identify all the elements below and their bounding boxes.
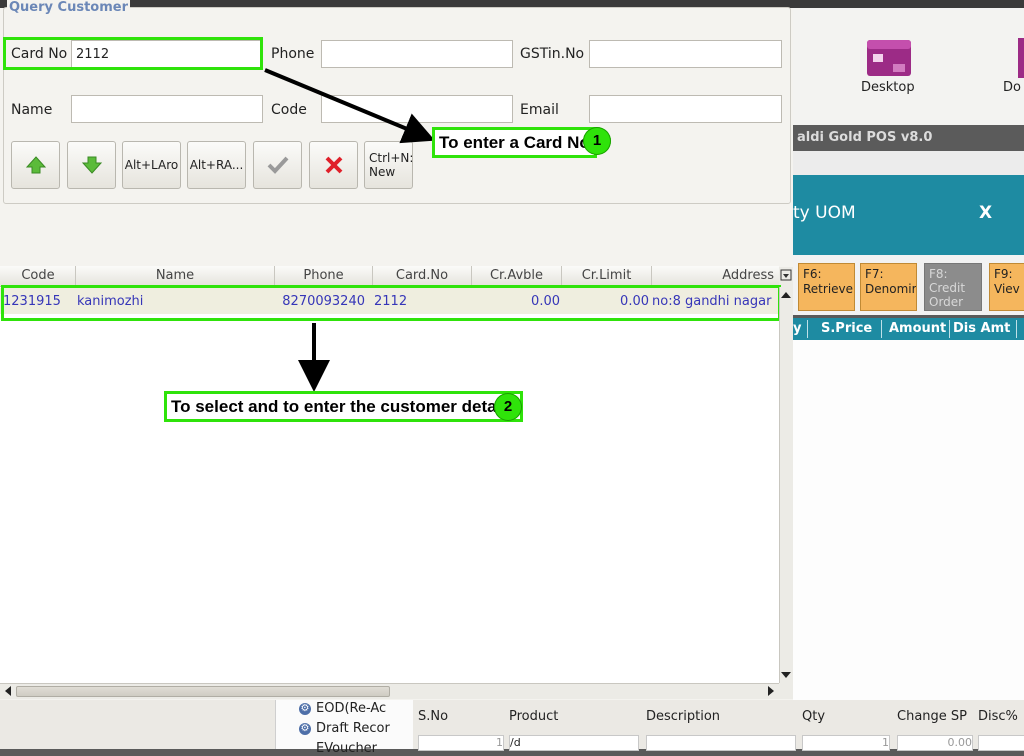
alt-left-arrow-button[interactable]: Alt+LAro (122, 141, 181, 189)
arrow-down-icon (81, 156, 102, 174)
phone-input[interactable] (321, 40, 513, 68)
pos-col-sep (1016, 320, 1017, 338)
close-icon (325, 156, 342, 174)
pos-col-disamt: Dis Amt (953, 321, 1011, 336)
scroll-up-icon[interactable] (780, 289, 793, 301)
vertical-scrollbar[interactable] (779, 287, 793, 683)
pos-header: ty UOM X (793, 175, 1024, 255)
email-input[interactable] (589, 95, 782, 123)
name-label: Name (11, 102, 53, 118)
ok-button[interactable] (253, 141, 302, 189)
code-label: Code (271, 102, 307, 118)
card-no-highlight (3, 37, 263, 70)
col-disc: Disc% (978, 709, 1018, 724)
pos-function-keys: F6: Retrieve F7: Denomir F8: Credit Order F9… (793, 255, 1024, 315)
grid-corner-button[interactable] (779, 267, 793, 287)
pos-col-sep (881, 320, 882, 338)
callout-enter-card-no: To enter a Card No (432, 127, 597, 158)
col-sno: S.No (418, 709, 449, 724)
scroll-right-icon[interactable] (765, 684, 777, 698)
cancel-button[interactable] (309, 141, 358, 189)
customer-grid-body (0, 287, 779, 683)
f7-denomination-button[interactable]: F7: Denomir (860, 263, 917, 311)
step-badge-2: 2 (494, 393, 522, 421)
col-change-sp: Change SP (897, 709, 967, 724)
f8-credit-order-button[interactable]: F8: Credit Order (924, 263, 982, 311)
callout-select-customer: To select and to enter the customer deta… (164, 391, 523, 422)
code-input[interactable] (321, 95, 513, 123)
menu-tree: ⚙ EOD(Re-Ac ⚙ Draft Recor EVoucher (275, 700, 413, 756)
phone-label: Phone (271, 46, 315, 62)
scroll-left-icon[interactable] (2, 684, 14, 698)
pos-close-button[interactable]: X (979, 203, 992, 223)
desktop-folder-icon[interactable] (865, 38, 913, 78)
gstin-input[interactable] (589, 40, 782, 68)
pos-grid-body (793, 340, 1024, 702)
pos-col-qty: y (793, 321, 802, 336)
gstin-label: GSTin.No (520, 46, 585, 62)
arrow-up-icon (25, 156, 46, 174)
col-phone[interactable]: Phone (275, 268, 372, 283)
col-cr-limit[interactable]: Cr.Limit (562, 268, 651, 283)
alt-right-arrow-button[interactable]: Alt+RA... (187, 141, 246, 189)
pos-col-sep (807, 320, 808, 338)
col-cr-avble[interactable]: Cr.Avble (472, 268, 561, 283)
col-code[interactable]: Code (0, 268, 76, 283)
gear-icon: ⚙ (299, 723, 311, 735)
horizontal-scroll-thumb[interactable] (16, 686, 390, 697)
customer-grid-header: Code Name Phone Card.No Cr.Avble Cr.Limi… (0, 266, 779, 287)
step-badge-1: 1 (583, 127, 611, 155)
move-down-button[interactable] (67, 141, 116, 189)
column-menu-icon (780, 269, 792, 281)
pos-col-amount: Amount (889, 321, 947, 336)
email-label: Email (520, 102, 559, 118)
sales-grid-header: S.No Product Description Qty Change SP D… (412, 706, 1024, 730)
f6-retrieve-button[interactable]: F6: Retrieve (798, 263, 855, 311)
pos-window-title: aldi Gold POS v8.0 (793, 125, 1024, 151)
new-button-line2: New (369, 165, 396, 179)
col-qty: Qty (802, 709, 826, 724)
col-address[interactable]: Address (652, 268, 774, 283)
name-input[interactable] (71, 95, 263, 123)
checkmark-icon (267, 156, 288, 174)
desktop-icon-label[interactable]: Desktop (861, 80, 915, 95)
tree-item-eod[interactable]: EOD(Re-Ac (316, 701, 386, 716)
pos-grid-header: y S.Price Amount Dis Amt (793, 318, 1024, 340)
col-product: Product (509, 709, 559, 724)
gear-icon: ⚙ (299, 703, 311, 715)
f9-view-button[interactable]: F9: Viev (989, 263, 1024, 311)
pos-header-title: ty UOM (793, 203, 856, 223)
documents-icon-label[interactable]: Do (1003, 80, 1021, 95)
dialog-legend: Query Customer (7, 0, 130, 15)
pos-col-sep (949, 320, 950, 338)
documents-folder-icon[interactable] (1018, 38, 1024, 78)
pos-col-sprice: S.Price (821, 321, 873, 336)
scroll-down-icon[interactable] (780, 669, 793, 681)
tree-item-draft-record[interactable]: Draft Recor (316, 721, 390, 736)
row-highlight (1, 285, 781, 321)
new-button[interactable]: Ctrl+N: New (364, 141, 413, 189)
pos-gap (793, 151, 1024, 175)
scroll-corner (779, 683, 793, 699)
col-name[interactable]: Name (76, 268, 274, 283)
move-up-button[interactable] (11, 141, 60, 189)
col-card-no[interactable]: Card.No (373, 268, 471, 283)
col-description: Description (646, 709, 721, 724)
desktop-area: Desktop Do (793, 8, 1024, 130)
new-button-line1: Ctrl+N: (369, 151, 414, 165)
